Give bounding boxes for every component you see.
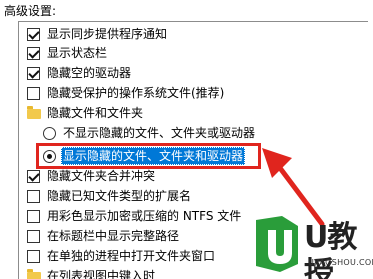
checkbox-unchecked[interactable] xyxy=(27,87,40,100)
checkbox-checked[interactable] xyxy=(27,67,40,80)
checkbox-checked[interactable] xyxy=(27,170,40,183)
windows-logo-icon xyxy=(256,216,298,272)
setting-label: 显示同步提供程序通知 xyxy=(47,27,168,41)
setting-label: 隐藏已知文件类型的扩展名 xyxy=(47,189,192,203)
checkbox-unchecked[interactable] xyxy=(27,210,40,223)
group-label: 在列表视图中键入时 xyxy=(47,269,156,279)
radio-unselected[interactable] xyxy=(43,127,56,140)
checkbox-checked[interactable] xyxy=(27,28,40,41)
watermark-logo: U教授 UJIAOSHOU.COM xyxy=(252,214,373,279)
setting-label: 在标题栏中显示完整路径 xyxy=(47,229,180,243)
setting-label: 用彩色显示加密或压缩的 NTFS 文件 xyxy=(47,209,242,223)
setting-label: 隐藏空的驱动器 xyxy=(47,66,132,80)
option-label: 不显示隐藏的文件、文件夹或驱动器 xyxy=(63,126,256,140)
checkbox-unchecked[interactable] xyxy=(27,230,40,243)
checkbox-unchecked[interactable] xyxy=(27,190,40,203)
setting-label: 在单独的进程中打开文件夹窗口 xyxy=(47,249,216,263)
option-label: 显示隐藏的文件、文件夹和驱动器 xyxy=(61,147,246,165)
radio-selected[interactable] xyxy=(43,150,56,163)
setting-label: 隐藏文件夹合并冲突 xyxy=(47,169,156,183)
advanced-settings-heading: 高级设置: xyxy=(4,4,57,18)
watermark-url-text: UJIAOSHOU.COM xyxy=(308,258,373,267)
setting-label: 隐藏受保护的操作系统文件(推荐) xyxy=(47,86,225,100)
group-label: 隐藏文件和文件夹 xyxy=(47,106,144,120)
folder-icon xyxy=(27,269,41,279)
checkbox-checked[interactable] xyxy=(27,47,40,60)
checkbox-unchecked[interactable] xyxy=(27,250,40,263)
watermark-brand-text: U教授 xyxy=(304,220,357,279)
setting-label: 显示状态栏 xyxy=(47,46,108,60)
folder-icon xyxy=(27,106,41,119)
